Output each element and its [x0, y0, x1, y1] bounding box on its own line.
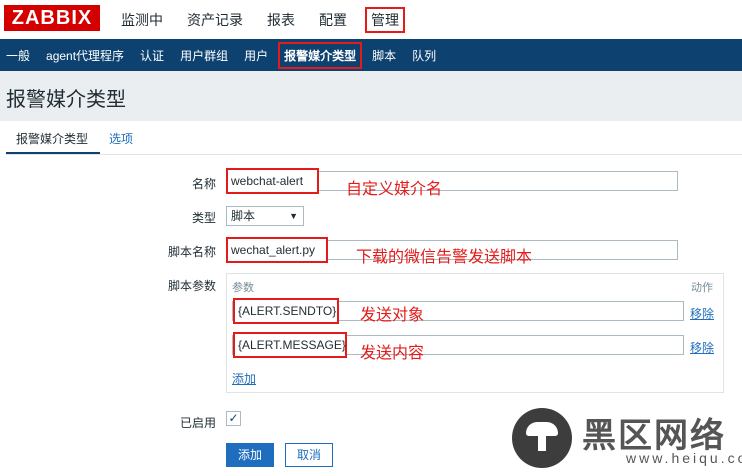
- nav-reports[interactable]: 报表: [267, 10, 295, 30]
- top-bar: ZABBIX 监测中 资产记录 报表 配置 管理: [0, 0, 742, 39]
- nav-inventory[interactable]: 资产记录: [187, 10, 243, 30]
- subnav-general[interactable]: 一般: [6, 47, 30, 64]
- param-1-remove-link[interactable]: 移除: [690, 305, 714, 322]
- script-params-label: 脚本参数: [167, 279, 216, 293]
- script-name-label: 脚本名称: [167, 245, 216, 259]
- script-name-annotation: 下载的微信告警发送脚本: [356, 249, 533, 266]
- watermark: 黑区网络 www.heiqu.com: [506, 404, 742, 476]
- enabled-checkbox[interactable]: ✓: [226, 411, 241, 426]
- subnav-scripts[interactable]: 脚本: [372, 47, 396, 64]
- page-header: 报警媒介类型: [0, 71, 742, 121]
- param-2-input[interactable]: {ALERT.MESSAGE}: [233, 332, 347, 358]
- main-nav: 监测中 资产记录 报表 配置 管理: [121, 0, 429, 39]
- mushroom-logo-icon: [512, 408, 572, 468]
- type-select-value: 脚本: [231, 209, 256, 223]
- script-name-input[interactable]: wechat_alert.py: [226, 237, 328, 263]
- tab-media-type[interactable]: 报警媒介类型: [16, 130, 88, 147]
- chevron-down-icon: ▼: [289, 211, 298, 221]
- name-annotation: 自定义媒介名: [346, 181, 443, 198]
- add-button[interactable]: 添加: [226, 443, 274, 467]
- tab-divider: [6, 154, 742, 155]
- type-label: 类型: [191, 211, 216, 225]
- mushroom-cap: [526, 422, 558, 436]
- param-1-input[interactable]: {ALERT.SENDTO}: [233, 298, 339, 324]
- subnav-users[interactable]: 用户: [244, 47, 268, 64]
- zabbix-logo[interactable]: ZABBIX: [4, 5, 100, 31]
- subnav-user-groups[interactable]: 用户群组: [180, 47, 228, 64]
- type-select[interactable]: 脚本 ▼: [226, 206, 304, 226]
- param-1-annotation: 发送对象: [360, 307, 425, 324]
- subnav-media-types[interactable]: 报警媒介类型: [278, 41, 363, 69]
- name-input[interactable]: webchat-alert: [226, 168, 319, 194]
- name-label: 名称: [191, 177, 216, 191]
- enabled-label: 已启用: [179, 416, 216, 430]
- nav-configuration[interactable]: 配置: [319, 10, 347, 30]
- form-tabs: 报警媒介类型 选项: [6, 122, 742, 154]
- nav-monitoring[interactable]: 监测中: [121, 10, 163, 30]
- param-2-remove-link[interactable]: 移除: [690, 339, 714, 356]
- nav-administration[interactable]: 管理: [365, 6, 405, 33]
- actions-column-header: 动作: [691, 282, 713, 294]
- sub-nav: 一般 agent代理程序 认证 用户群组 用户 报警媒介类型 脚本 队列: [0, 39, 742, 71]
- params-column-header: 参数: [232, 282, 254, 294]
- param-2-annotation: 发送内容: [360, 345, 425, 362]
- tab-options[interactable]: 选项: [109, 130, 133, 147]
- subnav-queue[interactable]: 队列: [412, 47, 436, 64]
- add-param-link[interactable]: 添加: [232, 370, 256, 387]
- subnav-authentication[interactable]: 认证: [140, 47, 164, 64]
- page-title: 报警媒介类型: [6, 89, 126, 111]
- mushroom-stem: [538, 435, 546, 451]
- watermark-url: www.heiqu.com: [626, 450, 742, 466]
- cancel-button[interactable]: 取消: [285, 443, 333, 467]
- subnav-proxies[interactable]: agent代理程序: [46, 47, 124, 64]
